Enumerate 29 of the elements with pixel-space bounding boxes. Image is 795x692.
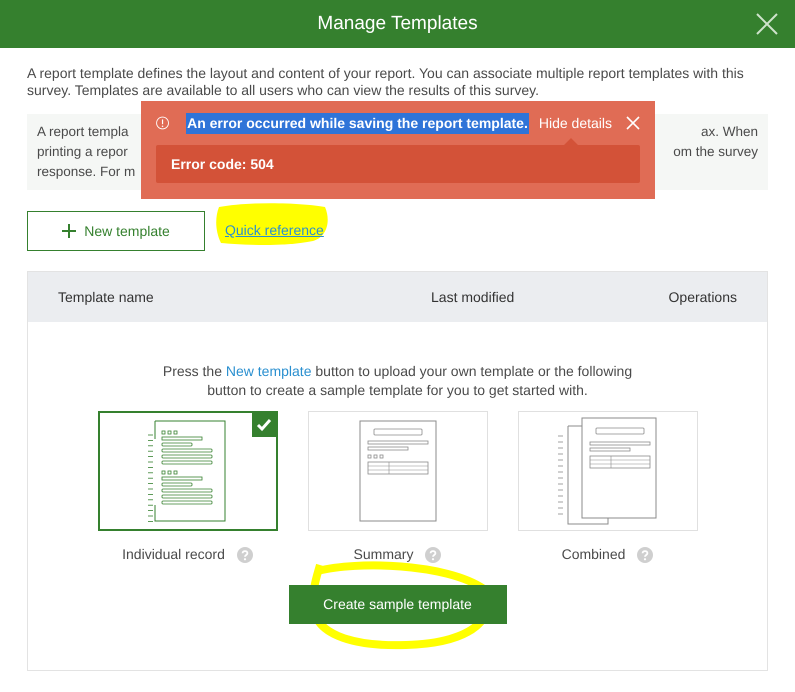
info-text: om the survey	[673, 143, 758, 161]
template-type-label: Combined	[562, 545, 626, 564]
error-code: Error code: 504	[171, 154, 274, 174]
plus-icon	[62, 224, 76, 238]
close-icon	[755, 12, 779, 36]
document-icon	[148, 419, 228, 523]
template-type-card[interactable]	[98, 411, 278, 531]
info-text: printing a repor	[37, 143, 128, 161]
info-text: ax. When	[700, 123, 758, 141]
new-template-button[interactable]: New template	[27, 211, 205, 251]
column-header: Operations	[668, 288, 737, 307]
column-header: Last modified	[431, 288, 514, 306]
error-message: An error occurred while saving the report template.	[186, 112, 529, 134]
template-type-label: Individual record	[122, 545, 225, 564]
document-icon	[358, 419, 438, 523]
template-type-label: Summary	[354, 545, 414, 564]
intro-text: A report template defines the layout and content of your report. You can associate multiple report templates with this survey. Templates are available to all users who can view the results of this survey.	[27, 65, 745, 99]
create-sample-template-button[interactable]: Create sample template	[288, 585, 506, 624]
hide-details-button[interactable]: Hide details	[538, 112, 612, 134]
checkmark-badge-icon	[252, 413, 276, 437]
empty-state-text: Press the New template button to upload your own template or the following button to create a sample template for you to get started with.	[162, 362, 634, 400]
close-button[interactable]	[626, 116, 640, 130]
column-header: Template name	[58, 288, 155, 307]
info-text: A report templa	[37, 123, 129, 141]
info-text: response. For m	[37, 163, 136, 181]
close-icon	[626, 116, 640, 130]
dialog-title: Manage Templates	[317, 12, 478, 36]
new-template-link[interactable]: New template	[226, 363, 312, 379]
documents-icon	[558, 416, 658, 526]
